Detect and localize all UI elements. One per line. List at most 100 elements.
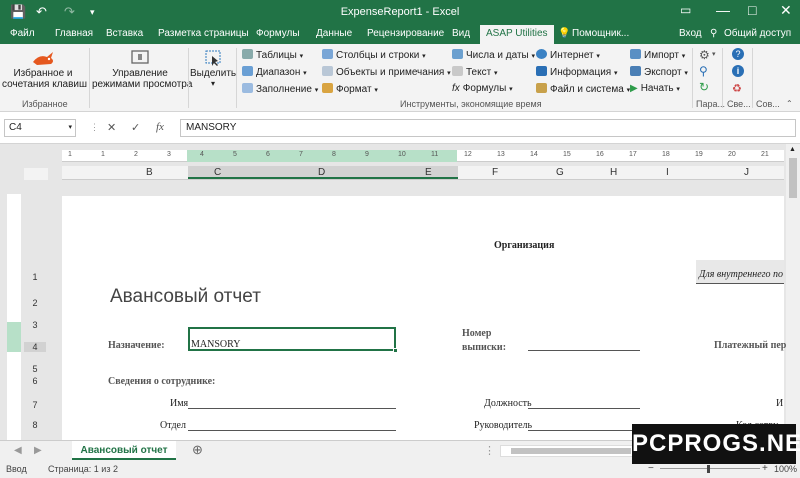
sign-in-link[interactable]: Вход: [679, 28, 702, 39]
tab-insert[interactable]: Вставка: [106, 28, 143, 39]
file-system-menu[interactable]: Файл и система ▾: [536, 83, 630, 95]
scroll-thumb[interactable]: [511, 448, 631, 454]
tab-asap-utilities[interactable]: ASAP Utilities: [480, 25, 554, 44]
manager-label[interactable]: Руководитель: [474, 420, 532, 431]
name-box[interactable]: C4 ▾: [4, 119, 76, 137]
formula-input[interactable]: MANSORY: [180, 119, 796, 137]
tab-home[interactable]: Главная: [55, 28, 93, 39]
position-label[interactable]: Должность: [484, 398, 532, 409]
refresh-icon[interactable]: ↻: [699, 80, 709, 94]
column-header[interactable]: C: [214, 167, 221, 178]
collapse-ribbon-icon[interactable]: ⌃: [786, 99, 793, 108]
row-header[interactable]: 7: [24, 400, 46, 410]
column-header[interactable]: B: [146, 167, 153, 178]
range-menu[interactable]: Диапазон ▾: [242, 66, 307, 78]
share-button[interactable]: Общий доступ: [724, 28, 791, 39]
row-header[interactable]: 3: [24, 320, 46, 330]
tab-next-icon[interactable]: ▶: [34, 445, 42, 456]
purpose-label[interactable]: Назначение:: [108, 340, 165, 351]
row-header[interactable]: 6: [24, 376, 46, 386]
numbers-dates-menu[interactable]: Числа и даты ▾: [452, 49, 535, 61]
scroll-thumb[interactable]: [789, 158, 797, 198]
tab-data[interactable]: Данные: [316, 28, 352, 39]
department-label[interactable]: Отдел: [160, 420, 186, 431]
import-menu[interactable]: Импорт ▾: [630, 49, 685, 61]
zoom-slider-thumb[interactable]: [707, 465, 710, 473]
row-header[interactable]: 2: [24, 298, 46, 308]
ribbon-options-icon[interactable]: ▭: [680, 3, 691, 17]
start-menu[interactable]: ▶ Начать ▾: [630, 83, 680, 94]
report-heading[interactable]: Авансовый отчет: [110, 286, 261, 308]
fill-menu[interactable]: Заполнение ▾: [242, 83, 318, 95]
sheet-tab-active[interactable]: Авансовый отчет: [72, 441, 176, 460]
name-line[interactable]: [188, 408, 396, 409]
update-icon[interactable]: ♻: [732, 82, 742, 95]
row-header[interactable]: 8: [24, 420, 46, 430]
minimize-icon[interactable]: —: [716, 2, 730, 18]
row-header[interactable]: 5: [24, 364, 46, 374]
row-header[interactable]: 4: [24, 342, 46, 352]
organization-label[interactable]: Организация: [494, 240, 554, 251]
column-header[interactable]: I: [666, 167, 669, 178]
internet-menu[interactable]: Интернет ▾: [536, 49, 600, 61]
close-icon[interactable]: ✕: [780, 2, 792, 19]
name-label[interactable]: Имя: [170, 398, 188, 409]
info-circle-icon[interactable]: i: [732, 65, 744, 77]
user-icon[interactable]: ⚲: [710, 28, 717, 39]
zoom-slider[interactable]: [660, 468, 760, 469]
gear-icon[interactable]: ⚙: [699, 48, 710, 62]
vertical-scrollbar[interactable]: ▲: [786, 144, 800, 440]
magnifier-icon[interactable]: ⚲: [699, 64, 708, 78]
name-box-dropdown-icon[interactable]: ▾: [68, 123, 72, 131]
column-header[interactable]: F: [492, 167, 498, 178]
internal-use-box[interactable]: Для внутреннего по: [696, 260, 784, 284]
text-menu[interactable]: Текст ▾: [452, 66, 497, 78]
column-header[interactable]: G: [556, 167, 564, 178]
formulas-menu[interactable]: fx Формулы ▾: [452, 83, 513, 94]
scroll-up-icon[interactable]: ▲: [789, 146, 796, 153]
tables-menu[interactable]: Таблицы ▾: [242, 49, 303, 61]
tab-prev-icon[interactable]: ◀: [14, 445, 22, 456]
tab-page-layout[interactable]: Разметка страницы: [158, 28, 249, 39]
position-line[interactable]: [528, 408, 640, 409]
information-menu[interactable]: Информация ▾: [536, 66, 618, 78]
confirm-icon[interactable]: ✓: [131, 121, 140, 134]
tell-me-icon[interactable]: 💡: [558, 28, 570, 39]
manage-views-button[interactable]: Управление режимами просмотра: [92, 48, 192, 96]
tab-file[interactable]: Файл: [10, 28, 35, 39]
objects-comments-menu[interactable]: Объекты и примечания ▾: [322, 66, 451, 78]
insert-function-icon[interactable]: fx: [156, 121, 164, 133]
manager-line[interactable]: [528, 430, 640, 431]
zoom-in-icon[interactable]: +: [762, 463, 768, 474]
tab-view[interactable]: Вид: [452, 28, 470, 39]
zoom-out-icon[interactable]: −: [648, 463, 654, 474]
maximize-icon[interactable]: □: [748, 2, 756, 18]
add-sheet-icon[interactable]: ⊕: [192, 442, 203, 458]
tab-review[interactable]: Рецензирование: [367, 28, 444, 39]
tab-formulas[interactable]: Формулы: [256, 28, 300, 39]
gear-dropdown-icon[interactable]: ▾: [712, 50, 716, 58]
i-label[interactable]: И: [776, 398, 783, 409]
cancel-icon[interactable]: ✕: [107, 121, 116, 134]
format-menu[interactable]: Формат ▾: [322, 83, 378, 95]
fill-handle[interactable]: [393, 348, 398, 353]
zoom-level[interactable]: 100%: [774, 464, 797, 474]
column-header[interactable]: H: [610, 167, 617, 178]
tab-tell-me[interactable]: Помощник...: [572, 28, 629, 39]
employee-info-label[interactable]: Сведения о сотруднике:: [108, 376, 215, 387]
column-header[interactable]: J: [744, 167, 749, 178]
column-header[interactable]: D: [318, 167, 325, 178]
department-line[interactable]: [188, 430, 396, 431]
select-all-corner[interactable]: [24, 168, 48, 180]
columns-rows-menu[interactable]: Столбцы и строки ▾: [322, 49, 426, 61]
export-menu[interactable]: Экспорт ▾: [630, 66, 688, 78]
help-icon[interactable]: ?: [732, 48, 744, 60]
payment-label[interactable]: Платежный пер: [714, 340, 786, 351]
favorites-button[interactable]: Избранное и сочетания клавиш: [2, 48, 87, 96]
statement-line[interactable]: [528, 350, 640, 351]
purpose-cell[interactable]: MANSORY: [188, 327, 398, 353]
row-header[interactable]: 1: [24, 272, 46, 282]
select-button[interactable]: Выделить ▾: [190, 48, 236, 96]
column-header[interactable]: E: [425, 167, 432, 178]
statement-label[interactable]: Номер выписки:: [462, 328, 506, 353]
